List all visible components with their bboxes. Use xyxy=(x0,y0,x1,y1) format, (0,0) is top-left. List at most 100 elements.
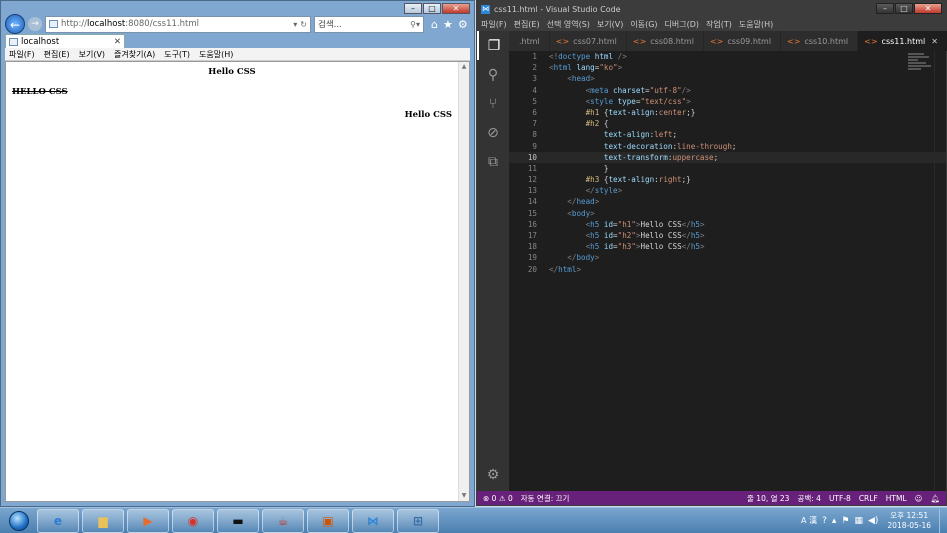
vscode-close-button[interactable]: ✕ xyxy=(914,3,942,14)
problems-indicator[interactable]: ⊗ 0 ⚠ 0 xyxy=(483,494,513,503)
settings-gear-icon[interactable]: ⚙ xyxy=(477,460,509,489)
code-text: <h5 id="h1">Hello CSS</h5> xyxy=(585,219,705,229)
taskbar-app-icon[interactable]: ▣ xyxy=(307,508,349,533)
refresh-icon[interactable]: ↻ xyxy=(300,20,307,29)
editor-tab[interactable]: .html xyxy=(509,31,550,51)
taskbar-network-app-icon[interactable]: ⊞ xyxy=(397,508,439,533)
ie-vertical-scrollbar[interactable]: ▲ ▼ xyxy=(458,62,469,501)
search-box[interactable]: 검색... ⚲▾ xyxy=(314,15,424,33)
dropdown-arrow-icon[interactable]: ▾ xyxy=(293,20,297,29)
help-icon[interactable]: ? xyxy=(822,516,827,526)
forward-arrow-icon[interactable]: → xyxy=(28,17,42,31)
code-line: 2 <html lang="ko"> xyxy=(509,62,946,73)
vscode-minimize-button[interactable]: – xyxy=(876,3,894,14)
back-arrow-icon[interactable]: ← xyxy=(5,14,25,34)
editor-tab-label: css07.html xyxy=(573,36,617,46)
source-control-icon[interactable]: ⑂ xyxy=(477,89,509,118)
editor-vertical-scrollbar[interactable] xyxy=(934,51,946,491)
debug-icon[interactable]: ⊘ xyxy=(477,118,509,147)
extensions-icon[interactable]: ⧉ xyxy=(477,147,509,176)
code-text: <h5 id="h2">Hello CSS</h5> xyxy=(585,231,705,240)
cursor-position[interactable]: 줄 10, 열 23 xyxy=(747,493,789,504)
windows-orb-icon xyxy=(9,510,29,531)
home-icon[interactable]: ⌂ xyxy=(431,18,438,31)
language-mode[interactable]: HTML xyxy=(886,494,907,503)
menu-go[interactable]: 이동(G) xyxy=(630,19,657,30)
show-desktop-button[interactable] xyxy=(939,508,947,533)
clock[interactable]: 오후 12:51 2018-05-16 xyxy=(887,511,931,531)
taskbar-ie-icon[interactable]: e xyxy=(37,508,79,533)
ie-tab-localhost[interactable]: localhost ✕ xyxy=(5,34,125,48)
ime-indicator[interactable]: A 漢 xyxy=(801,515,817,526)
menu-favorites[interactable]: 즐겨찾기(A) xyxy=(114,49,155,60)
vscode-maximize-button[interactable]: □ xyxy=(895,3,913,14)
menu-file[interactable]: 파일(F) xyxy=(481,19,507,30)
flag-icon[interactable]: ⚑ xyxy=(841,516,849,526)
code-line: 17 <h5 id="h2">Hello CSS</h5> xyxy=(509,230,946,241)
ie-minimize-button[interactable]: – xyxy=(404,3,422,14)
menu-selection[interactable]: 선택 영역(S) xyxy=(547,19,590,30)
line-number: 11 xyxy=(527,163,537,173)
taskbar-cmd-icon[interactable]: ▬ xyxy=(217,508,259,533)
encoding-status[interactable]: UTF-8 xyxy=(829,494,851,503)
search-icon[interactable]: ⚲▾ xyxy=(410,20,420,29)
menu-help[interactable]: 도움말(H) xyxy=(739,19,773,30)
taskbar-explorer-folder-icon[interactable]: ▆ xyxy=(82,508,124,533)
line-number: 1 xyxy=(532,52,537,61)
scroll-up-arrow-icon[interactable]: ▲ xyxy=(459,62,469,72)
code-line: 13 </style> xyxy=(509,185,946,196)
page-content: Hello CSS Hello CSS Hello CSS xyxy=(6,62,458,501)
menu-file[interactable]: 파일(F) xyxy=(9,49,35,60)
line-number: 7 xyxy=(532,119,537,129)
menu-view[interactable]: 보기(V) xyxy=(597,19,623,30)
close-tab-icon[interactable]: ✕ xyxy=(114,37,121,47)
editor-tab[interactable]: <> css08.html xyxy=(626,31,704,51)
start-button[interactable] xyxy=(4,509,34,533)
ie-close-button[interactable]: ✕ xyxy=(442,3,470,14)
ie-maximize-button[interactable]: □ xyxy=(423,3,441,14)
autosave-status[interactable]: 자동 연결: 끄기 xyxy=(521,493,570,504)
code-editor[interactable]: 1 <!doctype html /> 2 <html lang="ko"> 3 <he… xyxy=(509,51,946,491)
editor-tab[interactable]: <> css10.html xyxy=(781,31,859,51)
code-line: 14 </head> xyxy=(509,196,946,207)
network-icon[interactable]: ▦ xyxy=(854,516,863,526)
favorites-star-icon[interactable]: ★ xyxy=(443,18,453,31)
menu-help[interactable]: 도움말(H) xyxy=(199,49,233,60)
tray-overflow-icon[interactable]: ▴ xyxy=(832,516,837,526)
indentation-status[interactable]: 공백: 4 xyxy=(797,493,820,504)
taskbar-java-icon[interactable]: ☕ xyxy=(262,508,304,533)
line-number: 2 xyxy=(532,63,537,73)
menu-tasks[interactable]: 작업(T) xyxy=(706,19,732,30)
menu-edit[interactable]: 편집(E) xyxy=(44,49,70,60)
editor-tab[interactable]: <> css07.html xyxy=(549,31,627,51)
explorer-files-icon[interactable]: ❐ xyxy=(477,31,509,60)
windows-taskbar: e ▆ ▶ ◉ ▬ ☕ ▣ ⋈ ⊞ A 漢 ? ▴ ⚑ ▦ ◀) 오후 12:5… xyxy=(0,507,947,533)
menu-edit[interactable]: 편집(E) xyxy=(514,19,540,30)
code-line: 10 text-transform:uppercase; xyxy=(509,151,946,163)
minimap[interactable] xyxy=(908,53,934,77)
taskbar-media-player-icon[interactable]: ▶ xyxy=(127,508,169,533)
editor-tab[interactable]: <> css11.html ✕ xyxy=(858,31,947,51)
feedback-smiley-icon[interactable]: ☺ xyxy=(915,494,923,503)
line-ending-status[interactable]: CRLF xyxy=(859,494,878,503)
code-text: <meta charset="utf-8"/> xyxy=(585,85,691,95)
scroll-down-arrow-icon[interactable]: ▼ xyxy=(459,491,469,501)
code-line: 11 } xyxy=(509,163,946,174)
close-tab-icon[interactable]: ✕ xyxy=(931,37,938,46)
search-icon[interactable]: ⚲ xyxy=(477,60,509,89)
html-file-icon: <> xyxy=(787,36,801,46)
menu-view[interactable]: 보기(V) xyxy=(79,49,105,60)
menu-tools[interactable]: 도구(T) xyxy=(164,49,190,60)
editor-tab[interactable]: <> css09.html xyxy=(703,31,782,51)
line-number: 16 xyxy=(527,219,537,229)
taskbar-vscode-icon[interactable]: ⋈ xyxy=(352,508,394,533)
taskbar-chrome-icon[interactable]: ◉ xyxy=(172,508,214,533)
code-text: <head> xyxy=(567,74,595,84)
menu-debug[interactable]: 디버그(D) xyxy=(665,19,699,30)
settings-gear-icon[interactable]: ⚙ xyxy=(458,18,468,31)
activity-bar: ❐ ⚲ ⑂ ⊘ ⧉ ⚙ xyxy=(477,31,509,491)
address-bar[interactable]: http://localhost:8080/css11.html ▾ ↻ xyxy=(45,15,311,33)
notifications-bell-icon[interactable]: 🔔︎ xyxy=(930,494,940,503)
code-line: 4 <meta charset="utf-8"/> xyxy=(509,85,946,96)
volume-icon[interactable]: ◀) xyxy=(868,516,878,526)
